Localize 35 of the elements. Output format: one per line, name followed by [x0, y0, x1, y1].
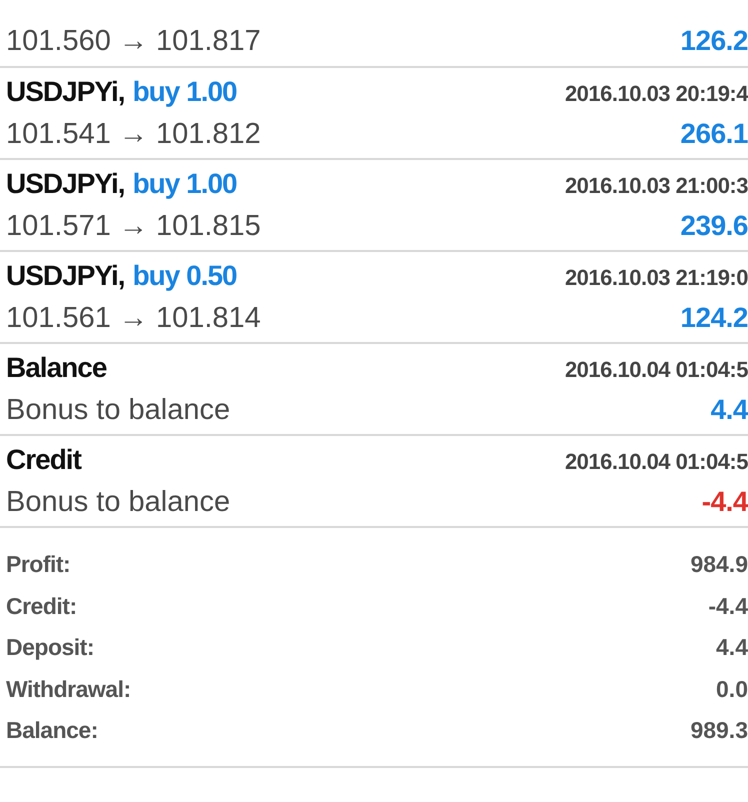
profit-value: 4.4	[710, 394, 748, 426]
profit-value: 266.1	[680, 118, 748, 150]
summary-value: 984.9	[690, 551, 748, 578]
summary-value: -4.4	[708, 592, 748, 620]
symbol-label: USDJPYi,	[6, 76, 125, 108]
summary-value: 0.0	[716, 676, 748, 703]
price-range: 101.560 → 101.817	[6, 25, 261, 58]
symbol-label: USDJPYi,	[6, 260, 125, 292]
timestamp: 2016.10.03 20:19:4	[564, 80, 748, 106]
entry-type: Balance	[6, 352, 106, 384]
summary-label: Credit:	[6, 592, 77, 620]
symbol-label: USDJPYi,	[6, 168, 125, 200]
timestamp: 2016.10.04 01:04:5	[564, 356, 748, 382]
order-type: buy 0.50	[132, 260, 237, 292]
profit-value: -4.4	[702, 486, 748, 518]
timestamp: 2016.10.03 21:19:0	[564, 264, 748, 290]
comment: Bonus to balance	[6, 394, 230, 426]
summary-label: Deposit:	[6, 634, 94, 662]
timestamp: 2016.10.04 01:04:5	[564, 448, 748, 474]
summary-label: Withdrawal:	[6, 676, 131, 703]
entry-type: Credit	[6, 444, 81, 476]
profit-value: 126.2	[680, 25, 748, 57]
summary-value: 989.3	[690, 717, 748, 744]
profit-value: 124.2	[680, 302, 748, 334]
comment: Bonus to balance	[6, 486, 230, 518]
summary-label: Profit:	[6, 551, 70, 578]
price-range: 101.561 → 101.814	[6, 302, 261, 334]
price-range: 101.571 → 101.815	[6, 210, 261, 242]
profit-value: 239.6	[680, 210, 748, 242]
summary-value: 4.4	[716, 634, 748, 662]
order-type: buy 1.00	[132, 168, 237, 200]
timestamp: 2016.10.03 21:00:3	[564, 172, 748, 198]
order-type: buy 1.00	[132, 76, 237, 108]
summary-label: Balance:	[6, 717, 98, 744]
price-range: 101.541 → 101.812	[6, 118, 261, 150]
